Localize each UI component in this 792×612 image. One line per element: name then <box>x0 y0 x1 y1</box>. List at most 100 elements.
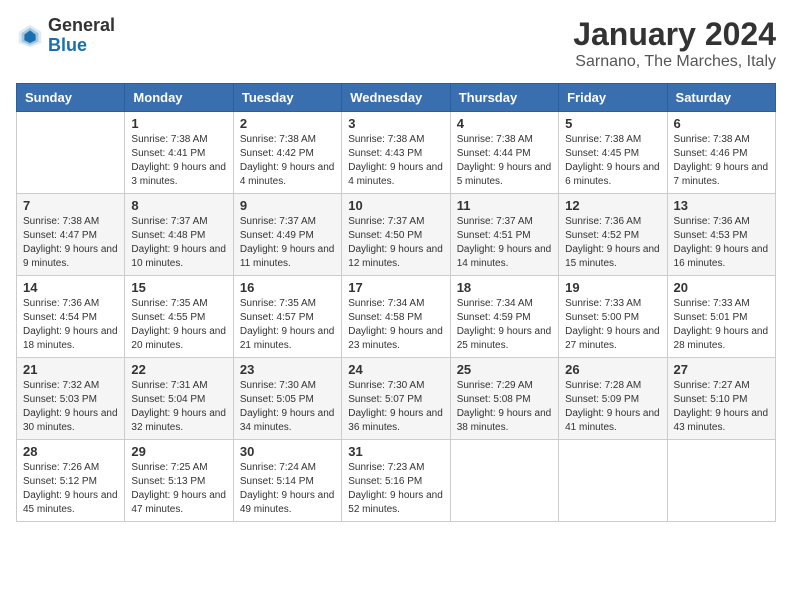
weekday-header-wednesday: Wednesday <box>342 84 450 112</box>
calendar-cell: 23Sunrise: 7:30 AM Sunset: 5:05 PM Dayli… <box>233 358 341 440</box>
day-info: Sunrise: 7:38 AM Sunset: 4:45 PM Dayligh… <box>565 133 660 189</box>
day-number: 27 <box>674 362 769 377</box>
calendar-cell: 17Sunrise: 7:34 AM Sunset: 4:58 PM Dayli… <box>342 276 450 358</box>
day-info: Sunrise: 7:38 AM Sunset: 4:46 PM Dayligh… <box>674 133 769 189</box>
day-number: 14 <box>23 280 118 295</box>
calendar-cell: 25 Sunrise: 7:29 AM Sunset: 5:08 PM Dayli… <box>450 358 558 440</box>
calendar-cell <box>559 440 667 522</box>
day-info: Sunrise: 7:23 AM Sunset: 5:16 PM Dayligh… <box>348 461 443 517</box>
calendar-subtitle: Sarnano, The Marches, Italy <box>573 53 776 71</box>
logo: General Blue <box>16 16 115 56</box>
calendar-cell: 14 Sunrise: 7:36 AM Sunset: 4:54 PM Dayli… <box>17 276 125 358</box>
calendar-cell: 8 Sunrise: 7:37 AM Sunset: 4:48 PM Daylig… <box>125 194 233 276</box>
day-info: Sunrise: 7:33 AM Sunset: 5:00 PM Dayligh… <box>565 297 660 353</box>
day-number: 22 <box>131 362 226 377</box>
calendar-table: SundayMondayTuesdayWednesdayThursdayFrid… <box>16 83 776 522</box>
day-number: 24 <box>348 362 443 377</box>
day-number: 10 <box>348 198 443 213</box>
day-info: Sunrise: 7:24 AM Sunset: 5:14 PM Dayligh… <box>240 461 335 517</box>
day-info: Sunrise: 7:37 AM Sunset: 4:51 PM Dayligh… <box>457 215 552 271</box>
day-info: Sunrise: 7:36 AM Sunset: 4:53 PM Dayligh… <box>674 215 769 271</box>
calendar-title: January 2024 <box>573 16 776 53</box>
calendar-cell: 27 Sunrise: 7:27 AM Sunset: 5:10 PM Dayli… <box>667 358 775 440</box>
day-info: Sunrise: 7:34 AM Sunset: 4:59 PM Dayligh… <box>457 297 552 353</box>
day-info: Sunrise: 7:28 AM Sunset: 5:09 PM Dayligh… <box>565 379 660 435</box>
day-info: Sunrise: 7:25 AM Sunset: 5:13 PM Dayligh… <box>131 461 226 517</box>
day-number: 13 <box>674 198 769 213</box>
day-number: 31 <box>348 444 443 459</box>
day-number: 6 <box>674 116 769 131</box>
calendar-cell <box>667 440 775 522</box>
calendar-cell: 12 Sunrise: 7:36 AM Sunset: 4:52 PM Dayli… <box>559 194 667 276</box>
weekday-header-tuesday: Tuesday <box>233 84 341 112</box>
day-info: Sunrise: 7:38 AM Sunset: 4:42 PM Dayligh… <box>240 133 335 189</box>
calendar-week-row: 14 Sunrise: 7:36 AM Sunset: 4:54 PM Dayli… <box>17 276 776 358</box>
day-info: Sunrise: 7:38 AM Sunset: 4:47 PM Dayligh… <box>23 215 118 271</box>
calendar-cell: 24 Sunrise: 7:30 AM Sunset: 5:07 PM Dayli… <box>342 358 450 440</box>
day-number: 12 <box>565 198 660 213</box>
calendar-cell: 22 Sunrise: 7:31 AM Sunset: 5:04 PM Dayli… <box>125 358 233 440</box>
day-number: 18 <box>457 280 552 295</box>
calendar-cell: 13 Sunrise: 7:36 AM Sunset: 4:53 PM Dayli… <box>667 194 775 276</box>
day-number: 30 <box>240 444 335 459</box>
day-info: Sunrise: 7:38 AM Sunset: 4:44 PM Dayligh… <box>457 133 552 189</box>
day-info: Sunrise: 7:36 AM Sunset: 4:54 PM Dayligh… <box>23 297 118 353</box>
day-info: Sunrise: 7:38 AM Sunset: 4:41 PM Dayligh… <box>131 133 226 189</box>
day-info: Sunrise: 7:27 AM Sunset: 5:10 PM Dayligh… <box>674 379 769 435</box>
day-number: 8 <box>131 198 226 213</box>
calendar-cell: 19 Sunrise: 7:33 AM Sunset: 5:00 PM Dayli… <box>559 276 667 358</box>
day-number: 4 <box>457 116 552 131</box>
day-number: 20 <box>674 280 769 295</box>
day-number: 7 <box>23 198 118 213</box>
calendar-week-row: 28 Sunrise: 7:26 AM Sunset: 5:12 PM Dayli… <box>17 440 776 522</box>
calendar-cell: 6 Sunrise: 7:38 AM Sunset: 4:46 PM Daylig… <box>667 112 775 194</box>
day-number: 3 <box>348 116 443 131</box>
calendar-cell: 1Sunrise: 7:38 AM Sunset: 4:41 PM Daylig… <box>125 112 233 194</box>
day-number: 11 <box>457 198 552 213</box>
day-info: Sunrise: 7:26 AM Sunset: 5:12 PM Dayligh… <box>23 461 118 517</box>
calendar-cell: 26 Sunrise: 7:28 AM Sunset: 5:09 PM Dayli… <box>559 358 667 440</box>
calendar-week-row: 1Sunrise: 7:38 AM Sunset: 4:41 PM Daylig… <box>17 112 776 194</box>
calendar-cell: 3 Sunrise: 7:38 AM Sunset: 4:43 PM Daylig… <box>342 112 450 194</box>
page-header: General Blue January 2024 Sarnano, The M… <box>16 16 776 71</box>
calendar-cell: 7 Sunrise: 7:38 AM Sunset: 4:47 PM Daylig… <box>17 194 125 276</box>
day-number: 9 <box>240 198 335 213</box>
day-number: 28 <box>23 444 118 459</box>
calendar-week-row: 21 Sunrise: 7:32 AM Sunset: 5:03 PM Dayli… <box>17 358 776 440</box>
weekday-header-saturday: Saturday <box>667 84 775 112</box>
title-section: January 2024 Sarnano, The Marches, Italy <box>573 16 776 71</box>
day-number: 29 <box>131 444 226 459</box>
calendar-cell: 15Sunrise: 7:35 AM Sunset: 4:55 PM Dayli… <box>125 276 233 358</box>
logo-icon <box>16 22 44 50</box>
day-info: Sunrise: 7:38 AM Sunset: 4:43 PM Dayligh… <box>348 133 443 189</box>
calendar-cell <box>17 112 125 194</box>
day-number: 19 <box>565 280 660 295</box>
calendar-cell: 16Sunrise: 7:35 AM Sunset: 4:57 PM Dayli… <box>233 276 341 358</box>
day-info: Sunrise: 7:37 AM Sunset: 4:48 PM Dayligh… <box>131 215 226 271</box>
day-number: 5 <box>565 116 660 131</box>
day-info: Sunrise: 7:30 AM Sunset: 5:07 PM Dayligh… <box>348 379 443 435</box>
calendar-cell: 29 Sunrise: 7:25 AM Sunset: 5:13 PM Dayli… <box>125 440 233 522</box>
day-info: Sunrise: 7:36 AM Sunset: 4:52 PM Dayligh… <box>565 215 660 271</box>
day-info: Sunrise: 7:35 AM Sunset: 4:57 PM Dayligh… <box>240 297 335 353</box>
logo-text: General Blue <box>48 16 115 56</box>
day-number: 21 <box>23 362 118 377</box>
calendar-cell <box>450 440 558 522</box>
weekday-header-monday: Monday <box>125 84 233 112</box>
day-info: Sunrise: 7:29 AM Sunset: 5:08 PM Dayligh… <box>457 379 552 435</box>
day-info: Sunrise: 7:32 AM Sunset: 5:03 PM Dayligh… <box>23 379 118 435</box>
day-number: 26 <box>565 362 660 377</box>
calendar-header-row: SundayMondayTuesdayWednesdayThursdayFrid… <box>17 84 776 112</box>
day-info: Sunrise: 7:30 AM Sunset: 5:05 PM Dayligh… <box>240 379 335 435</box>
day-info: Sunrise: 7:37 AM Sunset: 4:49 PM Dayligh… <box>240 215 335 271</box>
calendar-week-row: 7 Sunrise: 7:38 AM Sunset: 4:47 PM Daylig… <box>17 194 776 276</box>
calendar-cell: 20Sunrise: 7:33 AM Sunset: 5:01 PM Dayli… <box>667 276 775 358</box>
day-number: 25 <box>457 362 552 377</box>
day-info: Sunrise: 7:34 AM Sunset: 4:58 PM Dayligh… <box>348 297 443 353</box>
day-info: Sunrise: 7:31 AM Sunset: 5:04 PM Dayligh… <box>131 379 226 435</box>
calendar-cell: 10Sunrise: 7:37 AM Sunset: 4:50 PM Dayli… <box>342 194 450 276</box>
calendar-cell: 31 Sunrise: 7:23 AM Sunset: 5:16 PM Dayli… <box>342 440 450 522</box>
calendar-cell: 18 Sunrise: 7:34 AM Sunset: 4:59 PM Dayli… <box>450 276 558 358</box>
weekday-header-friday: Friday <box>559 84 667 112</box>
calendar-cell: 4 Sunrise: 7:38 AM Sunset: 4:44 PM Daylig… <box>450 112 558 194</box>
